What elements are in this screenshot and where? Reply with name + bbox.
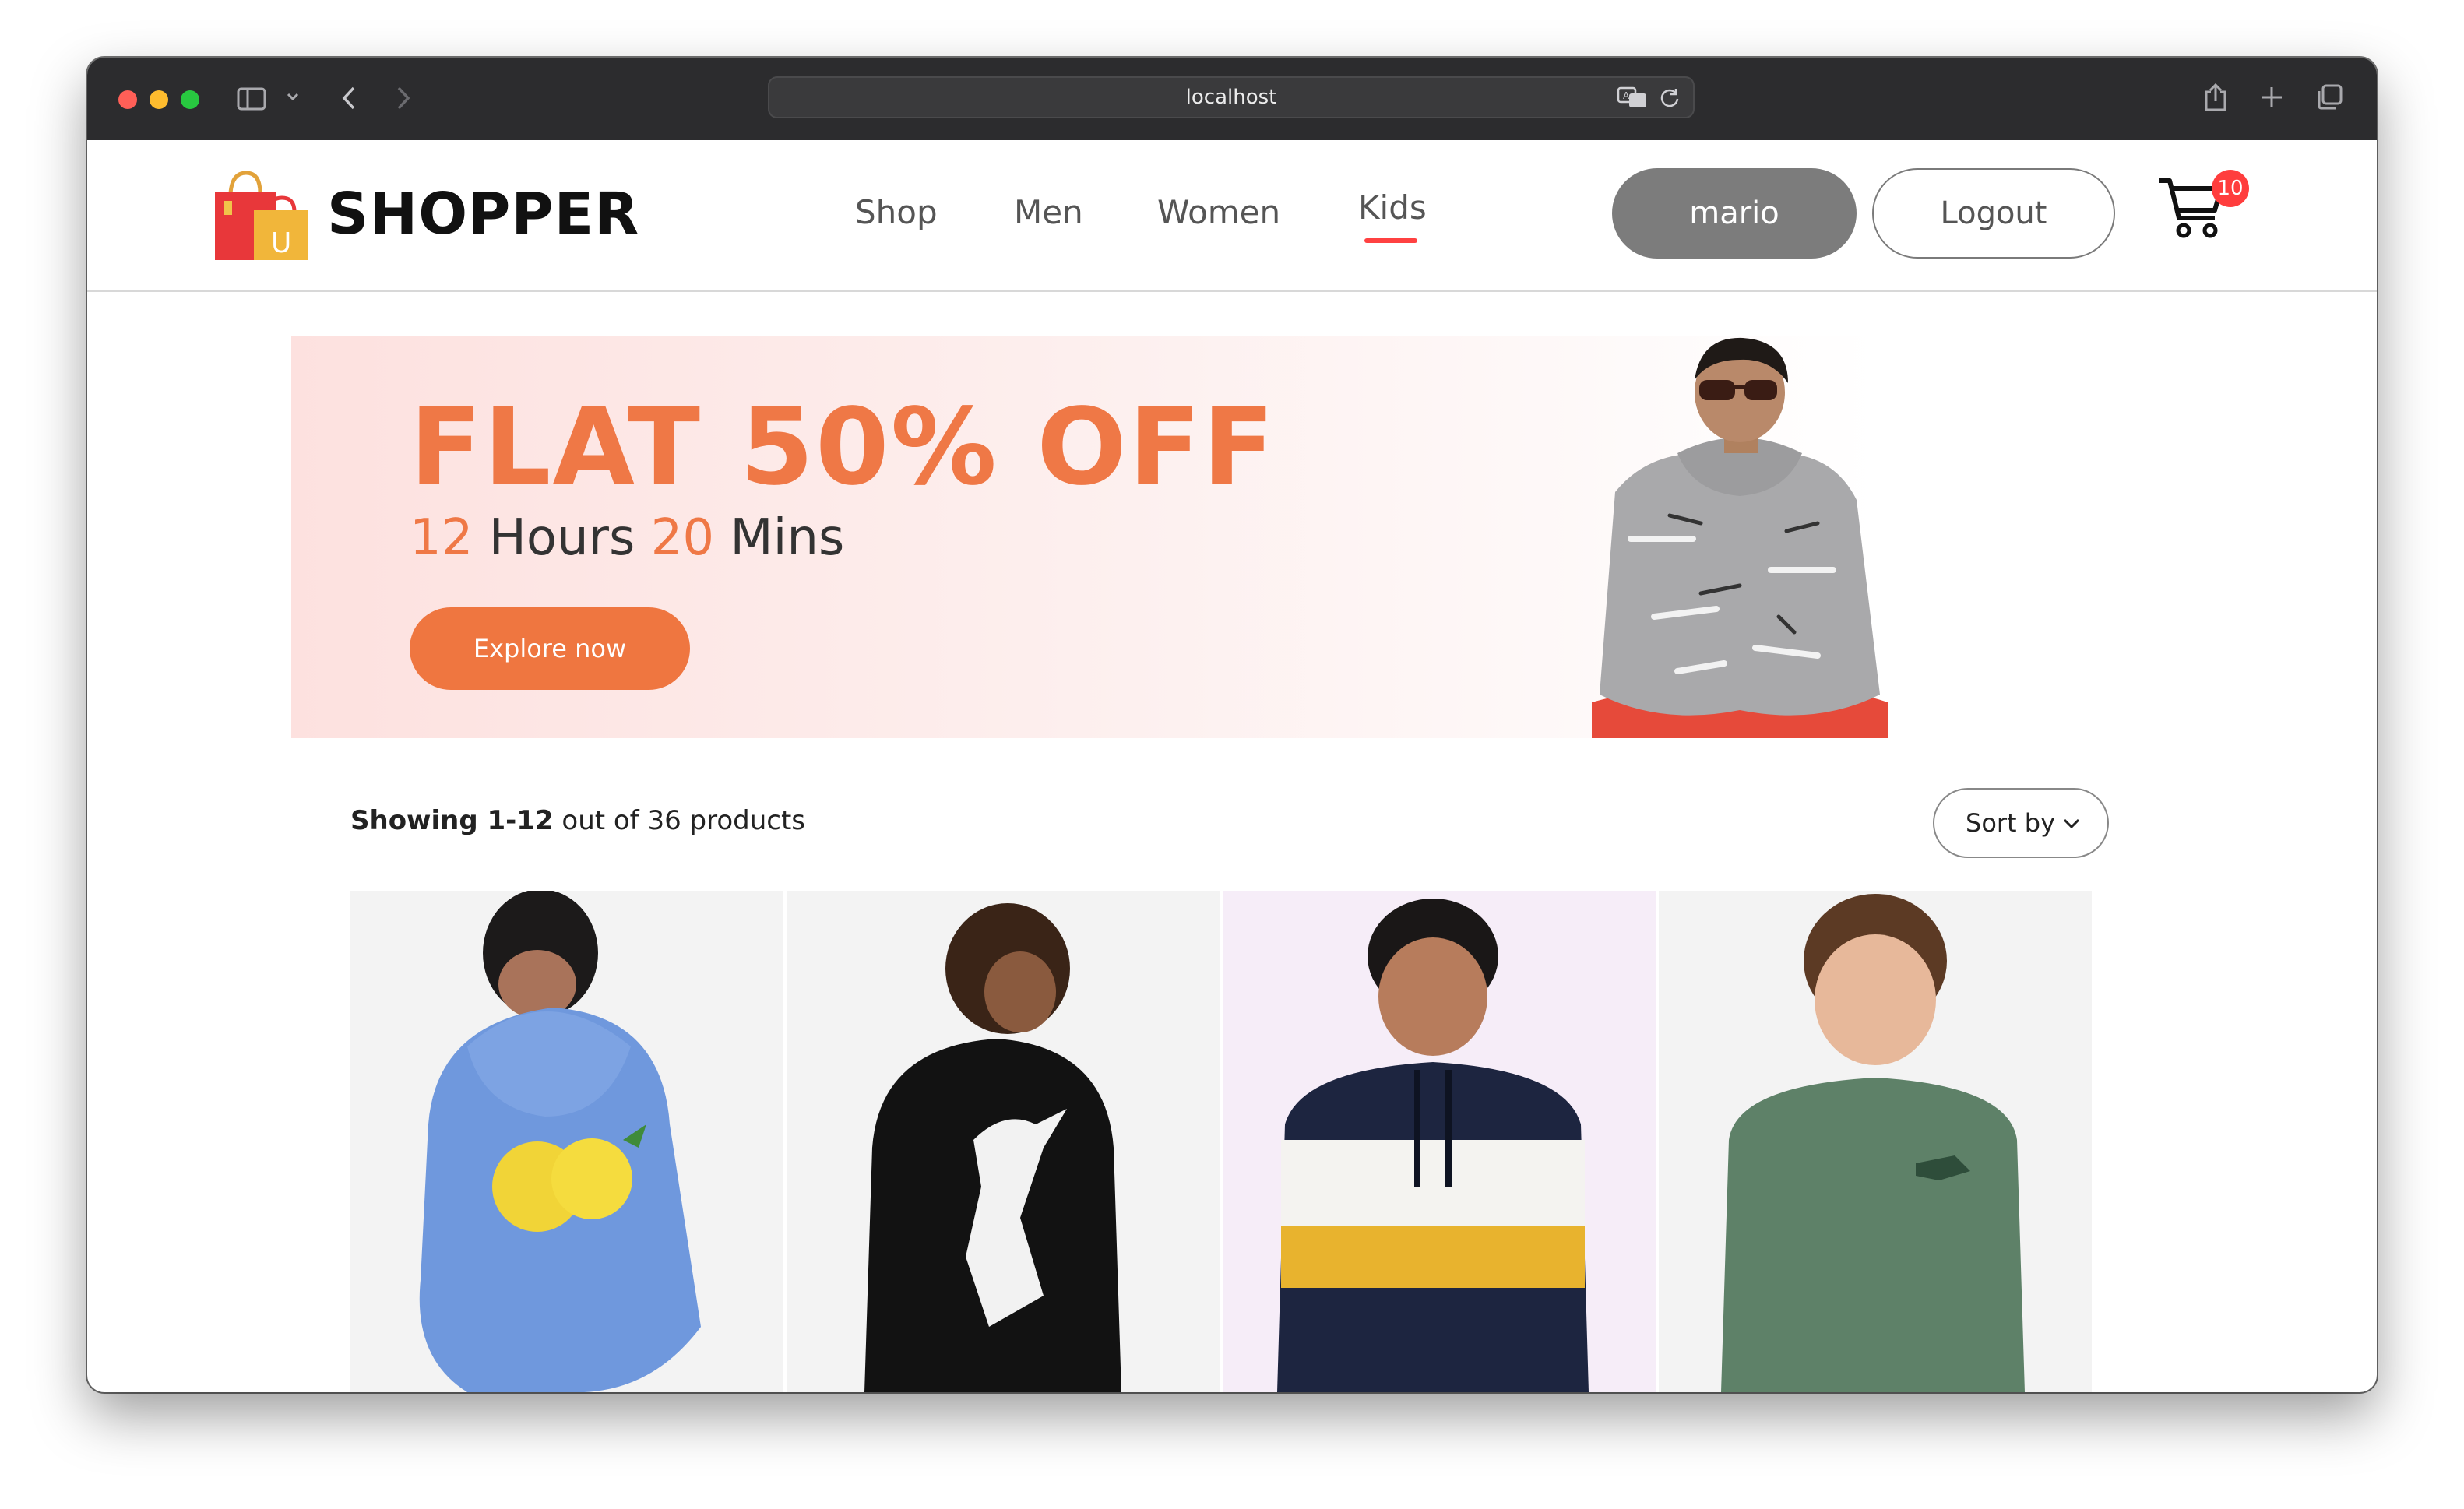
product-card[interactable] bbox=[1223, 891, 1656, 1392]
countdown-hours-label: Hours bbox=[488, 509, 635, 567]
reload-icon[interactable] bbox=[1659, 86, 1681, 108]
product-image bbox=[419, 891, 701, 1392]
forward-icon[interactable] bbox=[396, 86, 411, 111]
product-card[interactable] bbox=[1659, 891, 2092, 1392]
menu-item-shop[interactable]: Shop bbox=[855, 193, 938, 231]
svg-text:A: A bbox=[1623, 90, 1630, 101]
user-button[interactable]: mario bbox=[1612, 168, 1857, 259]
back-icon[interactable] bbox=[341, 86, 357, 111]
share-icon[interactable] bbox=[2204, 83, 2227, 112]
url-text: localhost bbox=[1185, 86, 1277, 109]
chevron-down-icon bbox=[2063, 818, 2080, 829]
zoom-window-button[interactable] bbox=[181, 90, 199, 109]
logout-button[interactable]: Logout bbox=[1872, 168, 2115, 259]
hero-banner: FLAT 50% OFF 12 Hours 20 Mins Explore no… bbox=[291, 336, 2157, 738]
shopping-bag-logo-icon[interactable]: U bbox=[213, 170, 310, 265]
countdown-hours: 12 bbox=[410, 509, 473, 567]
tabs-overview-icon[interactable] bbox=[2316, 84, 2343, 111]
hero-model-image bbox=[1584, 336, 1896, 738]
chevron-down-icon[interactable] bbox=[287, 92, 299, 101]
countdown-mins-label: Mins bbox=[730, 509, 845, 567]
browser-window: localhost A U SHOPPER Shop Men Women Kid… bbox=[87, 58, 2377, 1392]
svg-text:U: U bbox=[271, 227, 291, 259]
product-image bbox=[1277, 899, 1589, 1392]
product-image bbox=[1721, 894, 2025, 1392]
results-range: Showing 1-12 bbox=[350, 805, 554, 836]
product-image bbox=[864, 903, 1121, 1392]
logo-text[interactable]: SHOPPER bbox=[327, 181, 639, 248]
menu-item-women[interactable]: Women bbox=[1157, 193, 1280, 231]
close-window-button[interactable] bbox=[118, 90, 137, 109]
hero-title: FLAT 50% OFF bbox=[410, 386, 1276, 509]
product-card[interactable] bbox=[787, 891, 1220, 1392]
address-bar[interactable]: localhost A bbox=[768, 76, 1695, 118]
menu-item-men[interactable]: Men bbox=[1014, 193, 1083, 231]
browser-toolbar: localhost A bbox=[87, 58, 2377, 140]
new-tab-icon[interactable] bbox=[2260, 86, 2283, 109]
explore-now-button[interactable]: Explore now bbox=[410, 607, 690, 690]
sort-by-label: Sort by bbox=[1966, 808, 2056, 838]
product-card[interactable] bbox=[350, 891, 783, 1392]
menu-item-kids[interactable]: Kids bbox=[1358, 188, 1427, 227]
site-navbar: U SHOPPER Shop Men Women Kids mario Logo… bbox=[87, 140, 2377, 292]
cart-count-badge: 10 bbox=[2212, 170, 2249, 207]
results-total: out of 36 products bbox=[561, 805, 806, 836]
hero-countdown: 12 Hours 20 Mins bbox=[410, 509, 844, 567]
active-menu-indicator bbox=[1364, 238, 1417, 243]
minimize-window-button[interactable] bbox=[150, 90, 168, 109]
results-count: Showing 1-12 out of 36 products bbox=[350, 805, 805, 836]
sort-by-dropdown[interactable]: Sort by bbox=[1933, 788, 2109, 858]
translate-icon[interactable]: A bbox=[1617, 86, 1648, 109]
countdown-mins: 20 bbox=[650, 509, 715, 567]
sidebar-icon[interactable] bbox=[237, 87, 266, 111]
